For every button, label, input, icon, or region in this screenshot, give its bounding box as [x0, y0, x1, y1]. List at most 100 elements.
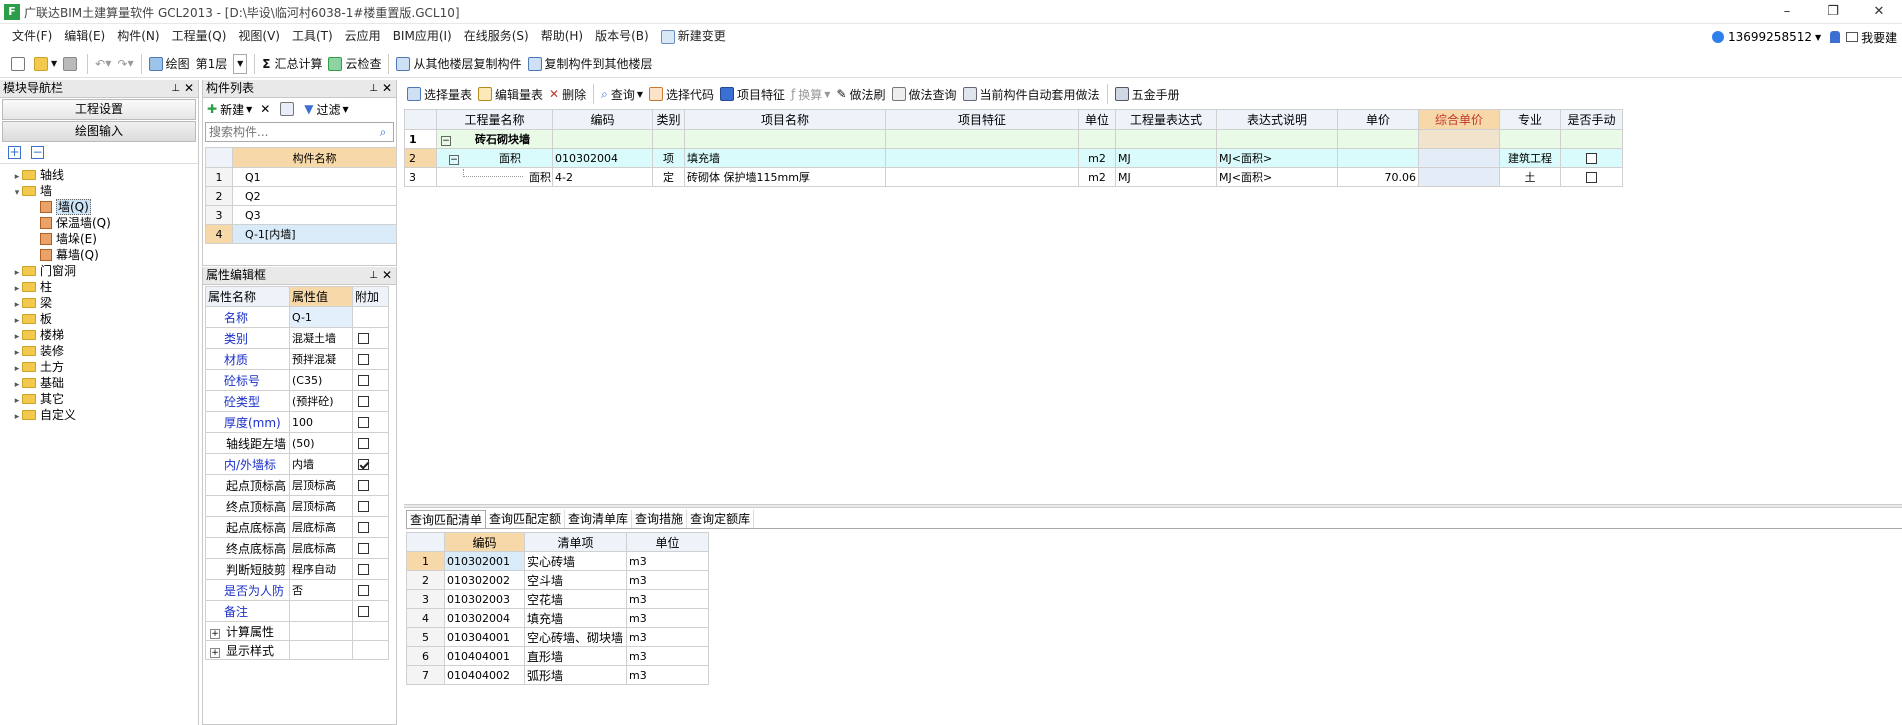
cell-unit[interactable]: m2	[1078, 148, 1116, 168]
unit-cell[interactable]: m3	[626, 551, 709, 571]
cell-name[interactable]: − 砖石砌块墙	[436, 129, 553, 149]
tab-query-measures[interactable]: 查询措施	[632, 510, 688, 528]
code-cell[interactable]: 010302003	[444, 589, 525, 609]
column-header[interactable]: 单价	[1337, 109, 1419, 130]
property-row[interactable]: 砼标号 (C35)	[205, 369, 389, 391]
tree-item[interactable]: ▸ 楼梯	[0, 327, 198, 343]
cell-major[interactable]: 土	[1499, 167, 1561, 187]
user-area[interactable]: 13699258512 ▼ 我要建	[1712, 28, 1897, 46]
tree-item[interactable]: ▸ 梁	[0, 295, 198, 311]
list-item-cell[interactable]: 填充墙	[524, 608, 627, 628]
cell-manual[interactable]	[1560, 148, 1623, 168]
close-icon[interactable]: ✕	[382, 267, 392, 284]
tree-item[interactable]: ▸ 基础	[0, 375, 198, 391]
tab-query-match-list[interactable]: 查询匹配清单	[406, 510, 487, 528]
property-value[interactable]: 层底标高	[289, 516, 353, 538]
code-cell[interactable]: 010302002	[444, 570, 525, 590]
code-cell[interactable]: 010404001	[444, 646, 525, 666]
property-row[interactable]: 内/外墙标 内墙	[205, 453, 389, 475]
cell-feat[interactable]	[885, 148, 1079, 168]
query-button[interactable]: ⌕ 查询 ▼	[598, 81, 646, 107]
quantity-row[interactable]: 3 面积 4-2 定砖砌体 保护墙115mm厚 m2 MJ MJ<面积> 70.06 土	[404, 167, 1623, 187]
search-icon[interactable]: ⌕	[373, 125, 393, 140]
table-row[interactable]: 2 Q2	[205, 186, 397, 206]
checkbox[interactable]	[358, 585, 369, 596]
table-row[interactable]: 1 Q1	[205, 167, 397, 187]
cell-feat[interactable]	[885, 167, 1079, 187]
list-item-cell[interactable]: 空花墙	[524, 589, 627, 609]
table-row[interactable]: 3 Q3	[205, 205, 397, 225]
column-header[interactable]: 编码	[552, 109, 653, 130]
cell-comp[interactable]	[1418, 148, 1500, 168]
menu-cloud[interactable]: 云应用	[339, 24, 387, 49]
cell-item[interactable]: 填充墙	[684, 148, 886, 168]
pin-icon[interactable]: ⊥	[369, 80, 378, 97]
cell-type[interactable]: 项	[652, 148, 685, 168]
list-item-cell[interactable]: 空斗墙	[524, 570, 627, 590]
property-row[interactable]: 终点底标高 层底标高	[205, 537, 389, 559]
property-row[interactable]: 轴线距左墙 (50)	[205, 432, 389, 454]
checkbox[interactable]	[358, 522, 369, 533]
table-row[interactable]: 4 Q-1[内墙]	[205, 224, 397, 244]
column-header[interactable]: 表达式说明	[1216, 109, 1338, 130]
property-value[interactable]: (50)	[289, 432, 353, 454]
checkbox[interactable]	[358, 543, 369, 554]
code-cell[interactable]: 010302004	[444, 608, 525, 628]
list-row[interactable]: 5 010304001 空心砖墙、砌块墙 m3	[406, 627, 709, 647]
property-value[interactable]: (C35)	[289, 369, 353, 391]
cell-name[interactable]: − 面积	[436, 148, 553, 168]
floor-select[interactable]: 第1层 ▼	[193, 51, 251, 77]
method-query-button[interactable]: 做法查询	[889, 81, 960, 107]
expand-all-icon[interactable]: +	[8, 146, 21, 159]
draw-button[interactable]: 绘图	[146, 51, 193, 77]
unit-cell[interactable]: m3	[626, 627, 709, 647]
project-settings-button[interactable]: 工程设置	[2, 99, 196, 120]
pin-icon[interactable]: ⊥	[369, 267, 378, 284]
list-item-cell[interactable]: 空心砖墙、砌块墙	[524, 627, 627, 647]
tree-item[interactable]: 墙垛(E)	[0, 231, 198, 247]
property-row[interactable]: 材质 预拌混凝	[205, 348, 389, 370]
list-row[interactable]: 4 010302004 填充墙 m3	[406, 608, 709, 628]
checkbox[interactable]	[358, 375, 369, 386]
close-icon[interactable]: ✕	[382, 80, 392, 97]
column-header[interactable]: 工程量表达式	[1115, 109, 1217, 130]
tree-item[interactable]: ▸ 其它	[0, 391, 198, 407]
cell-comp[interactable]	[1418, 167, 1500, 187]
column-header[interactable]: 单位	[1078, 109, 1116, 130]
column-header[interactable]: 综合单价	[1418, 109, 1500, 130]
cell-expr[interactable]: MJ	[1115, 148, 1217, 168]
cell-expr[interactable]	[1115, 129, 1217, 149]
checkbox[interactable]	[358, 438, 369, 449]
unit-cell[interactable]: m3	[626, 589, 709, 609]
cell-desc[interactable]: MJ<面积>	[1216, 167, 1338, 187]
quantity-row[interactable]: 2 − 面积 010302004 项填充墙 m2 MJ MJ<面积> 建筑工程	[404, 148, 1623, 168]
property-value[interactable]: 100	[289, 411, 353, 433]
copy-icon[interactable]	[280, 102, 295, 116]
menu-component[interactable]: 构件(N)	[111, 24, 165, 49]
cell-major[interactable]: 建筑工程	[1499, 148, 1561, 168]
tab-query-quota-library[interactable]: 查询定额库	[687, 510, 755, 528]
convert-button[interactable]: ƒ 换算 ▼	[788, 81, 833, 107]
maximize-button[interactable]: ❐	[1810, 0, 1856, 24]
property-row[interactable]: 类别 混凝土墙	[205, 327, 389, 349]
property-value[interactable]	[289, 600, 353, 622]
property-value[interactable]: (预拌砼)	[289, 390, 353, 412]
cell-comp[interactable]	[1418, 129, 1500, 149]
copy-from-floor-button[interactable]: 从其他楼层复制构件	[393, 51, 524, 77]
property-value[interactable]: 层底标高	[289, 537, 353, 559]
search-input[interactable]	[206, 123, 373, 141]
save-button[interactable]	[60, 51, 83, 77]
tree-item[interactable]: 墙(Q)	[0, 199, 198, 215]
expand-icon[interactable]: +	[210, 628, 220, 639]
menu-view[interactable]: 视图(V)	[232, 24, 286, 49]
cell-manual[interactable]	[1560, 129, 1623, 149]
property-value[interactable]: 否	[289, 579, 353, 601]
menu-new-change[interactable]: 新建变更	[655, 24, 732, 49]
manual-checkbox[interactable]	[1586, 153, 1597, 164]
edit-quantity-table-button[interactable]: 编辑量表	[475, 81, 546, 107]
unit-cell[interactable]: m3	[626, 570, 709, 590]
code-cell[interactable]: 010404002	[444, 665, 525, 685]
cell-code[interactable]: 4-2	[552, 167, 653, 187]
cell-unit[interactable]	[1078, 129, 1116, 149]
list-item-cell[interactable]: 弧形墙	[524, 665, 627, 685]
